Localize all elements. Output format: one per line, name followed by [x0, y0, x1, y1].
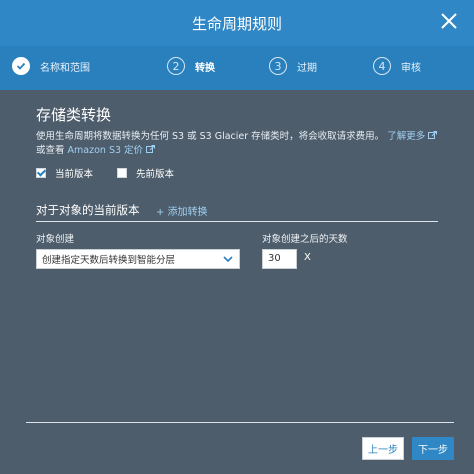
step-number: 4 — [373, 57, 391, 75]
days-input[interactable]: 30 — [262, 249, 297, 269]
transitions-heading: 对于对象的当前版本 — [36, 203, 140, 217]
current-version-label: 当前版本 — [55, 169, 94, 180]
external-link-icon — [146, 145, 156, 153]
step-name-and-scope[interactable]: 名称和范围 — [12, 51, 90, 81]
divider — [36, 221, 438, 222]
footer-divider — [26, 422, 454, 423]
chevron-down-icon — [223, 256, 233, 263]
dialog-titlebar: 生命周期规则 — [0, 0, 474, 46]
previous-version-label: 先前版本 — [136, 169, 175, 180]
step-review[interactable]: 4 审核 — [373, 51, 421, 81]
step-label: 审核 — [401, 62, 421, 74]
add-transition-link[interactable]: + 添加转换 — [156, 203, 208, 218]
section-heading: 存储类转换 — [36, 106, 112, 124]
step-number: 2 — [167, 57, 185, 75]
previous-version-checkbox[interactable] — [117, 168, 128, 178]
transition-storage-class-select[interactable]: 创建指定天数后转换到智能分层 — [36, 249, 240, 269]
step-expiration[interactable]: 3 过期 — [269, 51, 317, 81]
checkmark-icon — [12, 57, 30, 75]
next-button[interactable]: 下一步 — [412, 437, 454, 460]
current-version-checkbox[interactable] — [36, 168, 46, 178]
close-icon[interactable] — [438, 10, 460, 32]
version-checkboxes: 当前版本 先前版本 — [36, 166, 174, 180]
days-after-creation-label: 对象创建之后的天数 — [262, 234, 348, 245]
pricing-link[interactable]: Amazon S3 定价 — [68, 145, 156, 156]
dialog-title: 生命周期规则 — [191, 15, 282, 33]
step-transitions[interactable]: 2 转换 — [167, 51, 215, 81]
remove-transition-button[interactable]: X — [304, 252, 311, 263]
step-label: 过期 — [297, 62, 317, 74]
previous-button[interactable]: 上一步 — [362, 437, 404, 460]
wizard-steps: 名称和范围 2 转换 3 过期 4 审核 — [0, 46, 474, 90]
external-link-icon — [428, 131, 438, 139]
step-number: 3 — [269, 57, 287, 75]
object-creation-label: 对象创建 — [36, 234, 75, 245]
learn-more-link[interactable]: 了解更多 — [387, 131, 438, 142]
select-value: 创建指定天数后转换到智能分层 — [42, 255, 176, 266]
step-label: 转换 — [195, 62, 215, 74]
section-description: 使用生命周期将数据转换为任何 S3 或 S3 Glacier 存储类时，将会收取… — [36, 130, 446, 158]
step-label: 名称和范围 — [40, 62, 90, 74]
